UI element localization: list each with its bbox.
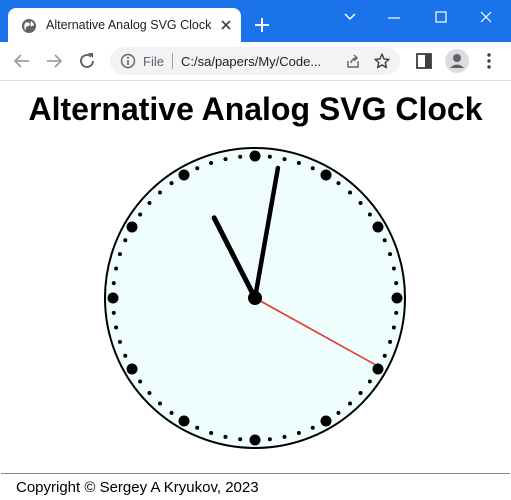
minute-mark: [147, 200, 152, 205]
close-tab-icon[interactable]: [218, 17, 234, 33]
forward-arrow-icon[interactable]: [44, 51, 64, 71]
info-icon[interactable]: [120, 53, 136, 69]
minute-mark: [310, 425, 315, 430]
hour-mark: [178, 415, 190, 427]
minute-mark: [223, 157, 228, 162]
share-icon[interactable]: [345, 53, 361, 69]
tab-search-chevron-icon[interactable]: [336, 6, 364, 28]
globe-icon: [22, 19, 36, 33]
minute-mark: [382, 238, 387, 243]
browser-toolbar: File C:/sa/papers/My/Code...: [0, 42, 511, 81]
minute-mark: [310, 166, 315, 171]
person-icon: [450, 54, 464, 68]
url-text[interactable]: C:/sa/papers/My/Code...: [181, 54, 321, 69]
minute-mark: [195, 425, 200, 430]
back-arrow-icon[interactable]: [12, 51, 32, 71]
minute-mark: [223, 434, 228, 439]
minute-mark: [348, 190, 353, 195]
reload-icon[interactable]: [77, 51, 97, 71]
bookmark-star-icon[interactable]: [373, 52, 391, 70]
new-tab-icon[interactable]: [253, 16, 271, 34]
scheme-label: File: [143, 54, 164, 69]
hour-mark: [126, 363, 138, 375]
minute-mark: [367, 212, 372, 217]
minute-mark: [114, 266, 119, 271]
minute-mark: [169, 410, 174, 415]
minute-mark: [336, 410, 341, 415]
more-menu-icon[interactable]: [479, 51, 499, 71]
minute-mark: [238, 154, 243, 159]
minute-mark: [209, 160, 214, 165]
minute-mark: [296, 160, 301, 165]
hour-mark: [249, 150, 261, 162]
minute-mark: [117, 252, 122, 257]
minute-mark: [195, 166, 200, 171]
minute-mark: [296, 431, 301, 436]
minute-mark: [209, 431, 214, 436]
minute-mark: [157, 401, 162, 406]
minute-mark: [114, 325, 119, 330]
clock-center-pin: [248, 291, 262, 305]
minute-mark: [123, 238, 128, 243]
minute-mark: [336, 181, 341, 186]
page-title: Alternative Analog SVG Clock: [28, 91, 483, 127]
minute-mark: [358, 391, 363, 396]
footer: Copyright © Sergey A Kryukov, 2023: [1, 473, 510, 500]
minute-mark: [111, 310, 116, 315]
minute-mark: [391, 266, 396, 271]
minute-mark: [169, 181, 174, 186]
minute-mark: [388, 339, 393, 344]
minute-mark: [267, 154, 272, 159]
hour-mark: [107, 292, 119, 304]
minute-mark: [267, 437, 272, 442]
minute-mark: [123, 353, 128, 358]
hour-mark: [126, 221, 138, 233]
copyright-text: Copyright © Sergey A Kryukov, 2023: [16, 479, 259, 496]
minute-mark: [348, 401, 353, 406]
hour-mark: [178, 169, 190, 181]
tab-title: Alternative Analog SVG Clock: [46, 18, 212, 32]
minute-mark: [367, 379, 372, 384]
close-window-icon[interactable]: [472, 6, 500, 28]
minute-mark: [358, 200, 363, 205]
minute-mark: [382, 353, 387, 358]
hour-mark: [249, 434, 261, 446]
minute-mark: [117, 339, 122, 344]
hour-mark: [372, 363, 384, 375]
minute-mark: [147, 391, 152, 396]
minute-mark: [391, 325, 396, 330]
maximize-icon[interactable]: [427, 6, 455, 28]
address-bar[interactable]: File C:/sa/papers/My/Code...: [110, 47, 400, 75]
minute-mark: [282, 157, 287, 162]
hour-mark: [391, 292, 403, 304]
side-panel-icon[interactable]: [414, 51, 434, 71]
browser-tab[interactable]: Alternative Analog SVG Clock: [8, 8, 241, 42]
minute-mark: [388, 252, 393, 257]
hour-mark: [320, 415, 332, 427]
profile-avatar[interactable]: [445, 49, 469, 73]
minute-mark: [282, 434, 287, 439]
minute-mark: [138, 379, 143, 384]
minute-mark: [111, 281, 116, 286]
analog-clock: [104, 147, 406, 449]
hour-mark: [320, 169, 332, 181]
minute-mark: [394, 281, 399, 286]
minimize-icon[interactable]: [380, 6, 408, 28]
minute-mark: [157, 190, 162, 195]
hour-mark: [372, 221, 384, 233]
minute-mark: [394, 310, 399, 315]
minute-mark: [238, 437, 243, 442]
omnibox-divider: [172, 53, 173, 69]
minute-mark: [138, 212, 143, 217]
tab-strip: Alternative Analog SVG Clock: [0, 0, 511, 42]
